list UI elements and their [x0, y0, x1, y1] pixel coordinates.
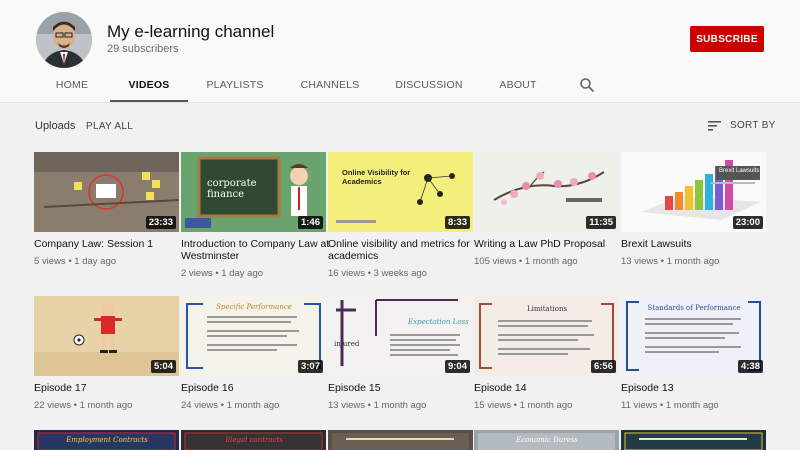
video-title[interactable]: Episode 17	[34, 382, 184, 394]
video-thumbnail[interactable]: 5:04	[34, 296, 179, 376]
video-thumbnail[interactable]: corporate finance 1:46	[181, 152, 326, 232]
video-thumbnail[interactable]	[328, 430, 473, 450]
video-thumbnail[interactable]: 11:35	[474, 152, 619, 232]
video-views: 2 views	[181, 268, 213, 279]
uploads-heading: Uploads	[35, 120, 76, 132]
tab-channels[interactable]: CHANNELS	[294, 70, 366, 102]
sort-by-label: SORT BY	[730, 120, 776, 131]
video-views: 11 views	[621, 400, 658, 411]
thumbnail-text: Brexit Lawsuits	[719, 168, 760, 174]
tab-about[interactable]: ABOUT	[494, 70, 542, 102]
video-age: 1 day ago	[221, 268, 264, 279]
thumbnail-text: Expectation Loss	[408, 318, 469, 326]
tab-discussion[interactable]: DISCUSSION	[392, 70, 466, 102]
video-title[interactable]: Company Law: Session 1	[34, 238, 184, 250]
video-thumbnail[interactable]: Limitations 6:56	[474, 296, 619, 376]
video-thumbnail[interactable]: Brexit Lawsuits 23:00	[621, 152, 766, 232]
video-meta: 13 views • 1 month ago	[621, 256, 720, 267]
video-duration: 5:04	[150, 360, 176, 373]
video-age: 1 day ago	[74, 256, 117, 267]
channel-tabs: HOME VIDEOS PLAYLISTS CHANNELS DISCUSSIO…	[0, 70, 800, 103]
video-meta: 24 views • 1 month ago	[181, 400, 280, 411]
video-views: 13 views	[621, 256, 658, 267]
video-duration: 4:38	[737, 360, 763, 373]
video-views: 24 views	[181, 400, 218, 411]
video-thumbnail[interactable]: Employment Contracts	[34, 430, 179, 450]
video-thumbnail[interactable]: 23:33	[34, 152, 179, 232]
channel-avatar[interactable]	[36, 12, 92, 68]
sort-icon	[708, 120, 722, 132]
thumbnail-text: corporate finance	[207, 178, 257, 200]
thumbnail-text: Online Visibility for Academics	[342, 168, 411, 186]
video-age: 1 month ago	[519, 400, 573, 411]
video-duration: 9:04	[444, 360, 470, 373]
tab-videos[interactable]: VIDEOS	[110, 70, 188, 102]
video-views: 22 views	[34, 400, 71, 411]
thumbnail-text: Specific Performance	[216, 303, 292, 311]
video-duration: 23:00	[732, 216, 763, 229]
video-thumbnail[interactable]: Illegal contracts	[181, 430, 326, 450]
video-views: 5 views	[34, 256, 66, 267]
svg-text:injured: injured	[334, 340, 360, 348]
video-thumbnail[interactable]: injured Expectation Loss 9:04	[328, 296, 473, 376]
video-thumbnail[interactable]	[621, 430, 766, 450]
subscriber-count: 29 subscribers	[107, 43, 179, 55]
video-title[interactable]: Introduction to Company Law at Westminst…	[181, 238, 331, 262]
video-duration: 1:46	[297, 216, 323, 229]
video-meta: 13 views • 1 month ago	[328, 400, 427, 411]
video-age: 1 month ago	[666, 256, 720, 267]
tab-home[interactable]: HOME	[44, 70, 100, 102]
video-title[interactable]: Writing a Law PhD Proposal	[474, 238, 624, 250]
thumbnail-text: Economic Duress	[516, 436, 578, 444]
video-meta: 5 views • 1 day ago	[34, 256, 117, 267]
video-age: 1 month ago	[665, 400, 719, 411]
video-duration: 23:33	[145, 216, 176, 229]
video-views: 16 views	[328, 268, 365, 279]
video-thumbnail[interactable]: Online Visibility for Academics 8:33	[328, 152, 473, 232]
video-duration: 8:33	[444, 216, 470, 229]
video-age: 1 month ago	[79, 400, 133, 411]
search-icon[interactable]	[579, 77, 595, 93]
video-thumbnail[interactable]: Specific Performance 3:07	[181, 296, 326, 376]
video-age: 1 month ago	[226, 400, 280, 411]
video-meta: 11 views • 1 month ago	[621, 400, 719, 411]
video-meta: 16 views • 3 weeks ago	[328, 268, 427, 279]
channel-title: My e-learning channel	[107, 22, 275, 41]
video-title[interactable]: Episode 16	[181, 382, 331, 394]
channel-header: My e-learning channel 29 subscribers SUB…	[0, 0, 800, 103]
play-all-button[interactable]: PLAY ALL	[86, 121, 133, 132]
tab-playlists[interactable]: PLAYLISTS	[200, 70, 270, 102]
video-title[interactable]: Episode 15	[328, 382, 478, 394]
video-meta: 2 views • 1 day ago	[181, 268, 264, 279]
video-title[interactable]: Brexit Lawsuits	[621, 238, 771, 250]
video-meta: 105 views • 1 month ago	[474, 256, 578, 267]
video-thumbnail[interactable]: Economic Duress	[474, 430, 619, 450]
video-title[interactable]: Episode 14	[474, 382, 624, 394]
video-meta: 22 views • 1 month ago	[34, 400, 133, 411]
thumbnail-text: Illegal contracts	[225, 436, 283, 444]
video-thumbnail[interactable]: Standards of Performance 4:38	[621, 296, 766, 376]
video-meta: 15 views • 1 month ago	[474, 400, 573, 411]
thumbnail-text: Employment Contracts	[66, 436, 148, 444]
video-duration: 3:07	[297, 360, 323, 373]
video-age: 3 weeks ago	[373, 268, 427, 279]
video-duration: 6:56	[590, 360, 616, 373]
video-title[interactable]: Episode 13	[621, 382, 771, 394]
thumbnail-text: Limitations	[526, 305, 568, 313]
thumbnail-text: Standards of Performance	[647, 304, 741, 312]
video-title[interactable]: Online visibility and metrics for academ…	[328, 238, 478, 262]
subscribe-button[interactable]: SUBSCRIBE	[690, 26, 764, 52]
video-age: 1 month ago	[524, 256, 578, 267]
video-duration: 11:35	[586, 216, 616, 229]
video-views: 105 views	[474, 256, 517, 267]
video-views: 13 views	[328, 400, 365, 411]
video-age: 1 month ago	[373, 400, 427, 411]
video-views: 15 views	[474, 400, 511, 411]
